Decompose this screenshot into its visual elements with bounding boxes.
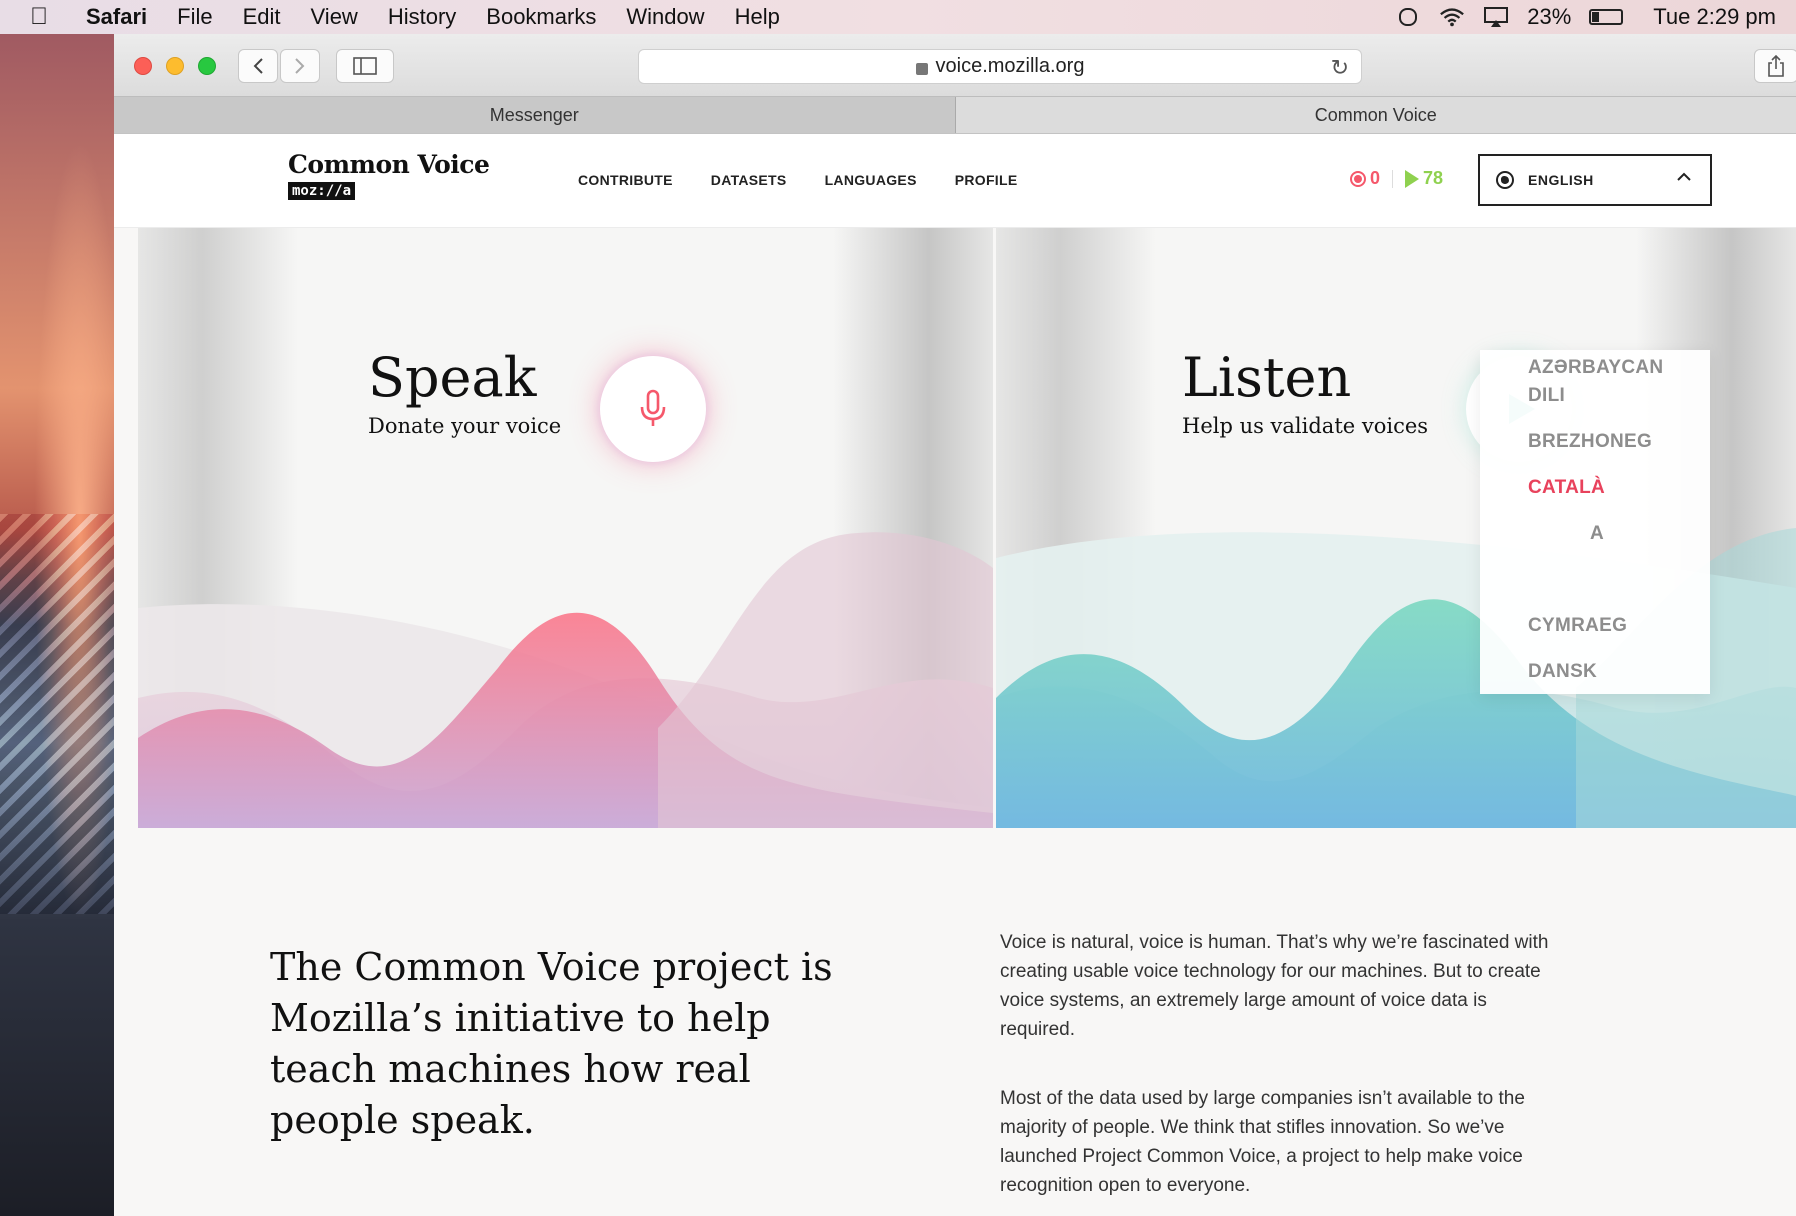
language-option[interactable]: BREZHONEG (1480, 428, 1710, 456)
speak-wave-graphic (138, 532, 993, 828)
nav-datasets[interactable]: DATASETS (711, 172, 787, 188)
about-paragraph-2: Most of the data used by large companies… (1000, 1088, 1525, 1196)
record-icon (1350, 170, 1366, 187)
web-page: Common Voice moz://a CONTRIBUTE DATASETS… (114, 134, 1796, 1216)
site-header: Common Voice moz://a CONTRIBUTE DATASETS… (114, 134, 1796, 228)
share-icon (1768, 55, 1784, 77)
play-icon (1405, 169, 1420, 188)
language-selector-label: ENGLISH (1528, 172, 1594, 188)
tab-messenger[interactable]: Messenger (114, 97, 956, 133)
about-section: The Common Voice project is Mozilla’s in… (114, 828, 1796, 1216)
menu-bookmarks[interactable]: Bookmarks (486, 4, 596, 30)
close-window-button[interactable] (134, 57, 152, 75)
listen-subtitle: Help us validate voices (1182, 414, 1429, 438)
battery-icon[interactable] (1589, 9, 1624, 25)
main-nav: CONTRIBUTE DATASETS LANGUAGES PROFILE (578, 172, 1018, 188)
clock[interactable]: Tue 2:29 pm (1653, 4, 1776, 30)
language-option-selected[interactable]: CATALÀ (1480, 474, 1710, 502)
menu-edit[interactable]: Edit (243, 4, 281, 30)
lock-icon (915, 62, 928, 75)
language-dropdown: AZƏRBAYCAN DILI BREZHONEG CATALÀ A CYMRA… (1480, 350, 1710, 694)
nav-languages[interactable]: LANGUAGES (825, 172, 917, 188)
siri-icon[interactable] (1395, 4, 1421, 30)
nav-profile[interactable]: PROFILE (955, 172, 1018, 188)
tab-bar: Messenger Common Voice (114, 97, 1796, 134)
language-selector[interactable]: ENGLISH (1478, 154, 1712, 206)
nav-contribute[interactable]: CONTRIBUTE (578, 172, 673, 188)
record-button[interactable] (600, 356, 706, 462)
stats-divider (1392, 169, 1394, 188)
menu-window[interactable]: Window (626, 4, 704, 30)
zoom-window-button[interactable] (198, 57, 216, 75)
language-option[interactable]: CYMRAEG (1480, 612, 1710, 640)
tab-common-voice[interactable]: Common Voice (955, 97, 1796, 133)
contribution-stats: 0 78 (1350, 168, 1443, 189)
sidebar-icon (353, 57, 377, 75)
recorded-count: 0 (1370, 168, 1381, 188)
reload-icon[interactable]: ↻ (1331, 55, 1349, 81)
desktop-wallpaper (0, 34, 114, 1216)
speak-subtitle: Donate your voice (368, 414, 562, 438)
about-heading: The Common Voice project is Mozilla’s in… (270, 945, 833, 1142)
mozilla-logo[interactable]: moz://a (288, 182, 356, 200)
battery-percent: 23% (1527, 4, 1572, 29)
safari-window: voice.mozilla.org ↻ Messenger Common Voi… (114, 34, 1796, 1216)
speak-title: Speak (368, 346, 537, 409)
language-option[interactable] (1480, 566, 1710, 594)
wifi-icon[interactable] (1439, 4, 1465, 30)
address-bar[interactable]: voice.mozilla.org ↻ (638, 49, 1362, 84)
apple-icon[interactable]:  (30, 3, 64, 31)
forward-button[interactable] (280, 49, 320, 83)
minimize-window-button[interactable] (166, 57, 184, 75)
macos-menubar:  Safari File Edit View History Bookmark… (0, 0, 1796, 34)
language-option[interactable]: AZƏRBAYCAN DILI (1480, 354, 1710, 410)
menu-history[interactable]: History (388, 4, 456, 30)
menu-app-name[interactable]: Safari (86, 4, 147, 30)
url-text: voice.mozilla.org (935, 55, 1085, 77)
menu-file[interactable]: File (177, 4, 212, 30)
chevron-right-icon (295, 58, 305, 74)
airplay-icon[interactable] (1483, 4, 1509, 30)
menu-view[interactable]: View (311, 4, 358, 30)
browser-toolbar: voice.mozilla.org ↻ (114, 34, 1796, 97)
about-paragraph-1: Voice is natural, voice is human. That’s… (1000, 932, 1549, 1040)
speak-panel[interactable]: Speak Donate your voice (138, 228, 993, 828)
site-logo-title[interactable]: Common Voice (288, 150, 490, 179)
listen-title: Listen (1182, 346, 1352, 409)
language-option[interactable]: A (1480, 520, 1710, 548)
menu-help[interactable]: Help (735, 4, 780, 30)
microphone-icon (640, 389, 666, 426)
sidebar-toggle-button[interactable] (336, 49, 394, 83)
back-button[interactable] (238, 49, 278, 83)
globe-icon (1496, 171, 1514, 189)
validated-count: 78 (1423, 168, 1444, 188)
share-button[interactable] (1754, 49, 1796, 83)
chevron-left-icon (253, 58, 263, 74)
chevron-up-icon (1677, 172, 1691, 181)
language-option[interactable]: DANSK (1480, 658, 1710, 686)
